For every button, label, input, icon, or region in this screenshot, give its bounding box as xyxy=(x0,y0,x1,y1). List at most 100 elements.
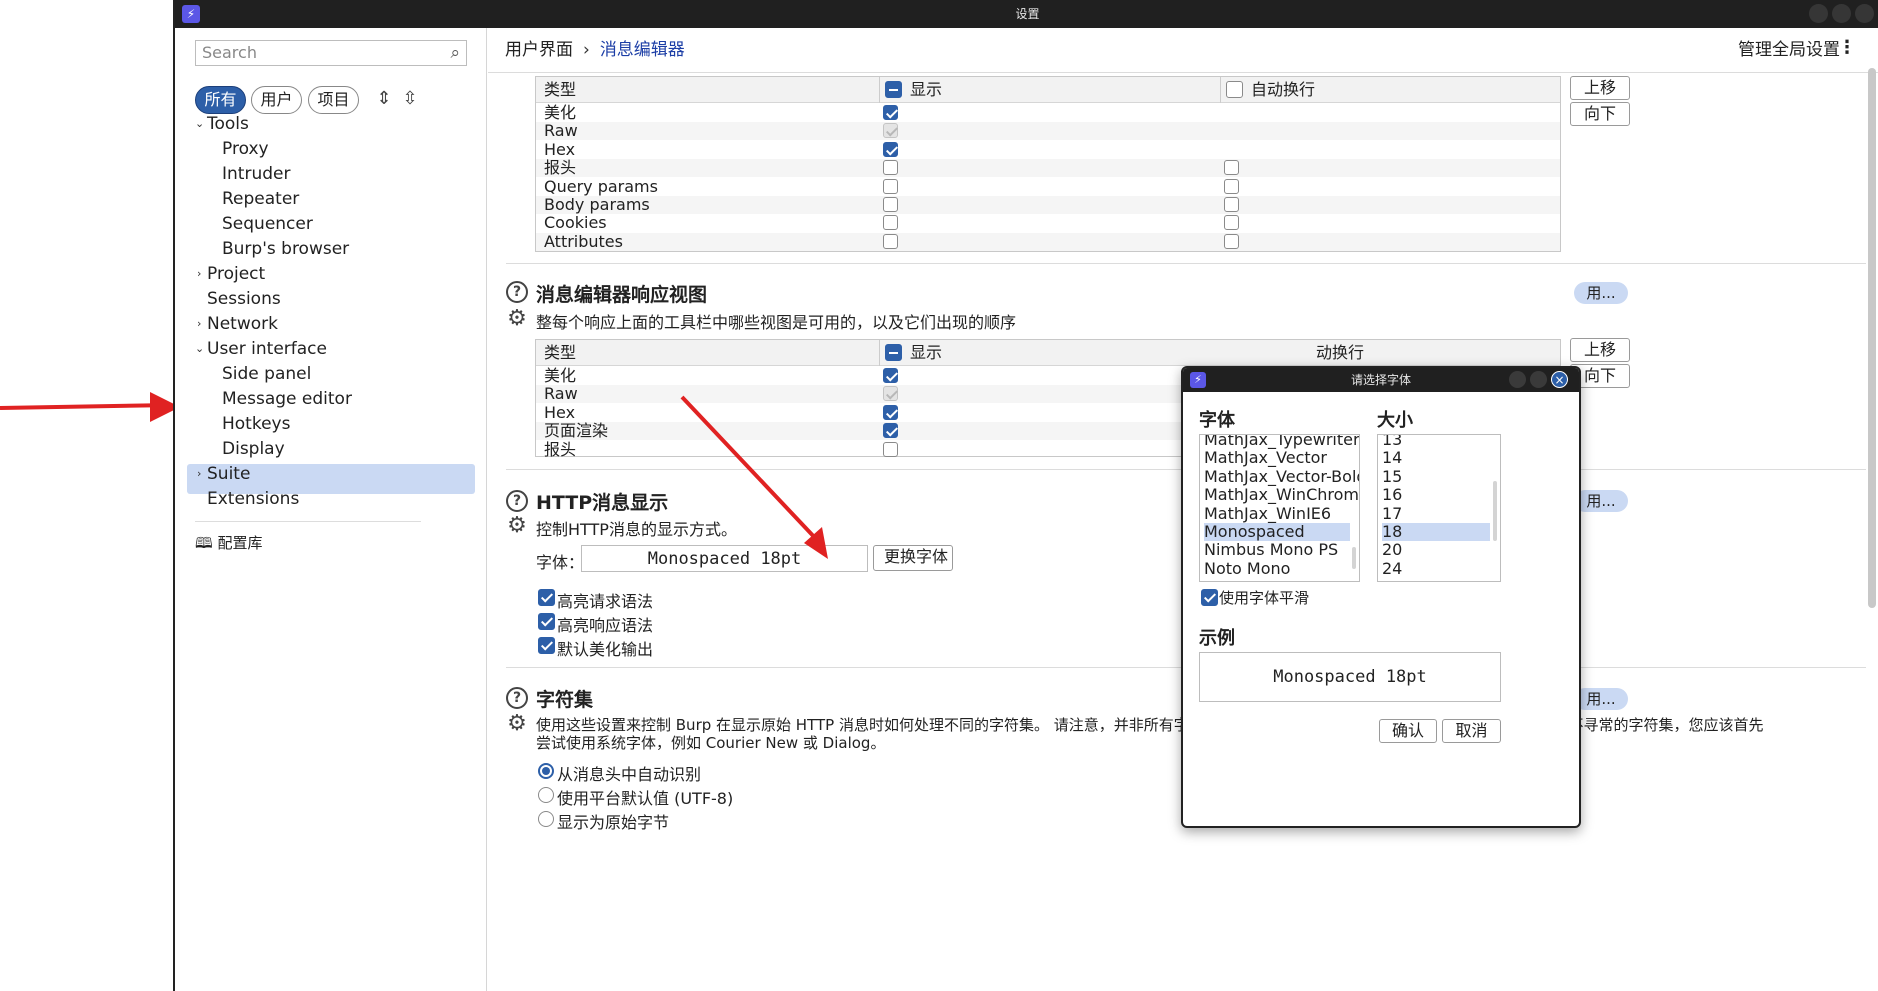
wrap-checkbox[interactable] xyxy=(1224,233,1239,249)
show-checkbox[interactable] xyxy=(883,197,898,212)
more-options-icon[interactable]: ⋮ xyxy=(1838,37,1856,58)
tree-item-tools[interactable]: Tools xyxy=(207,110,249,138)
tree-item-side-panel[interactable]: Side panel xyxy=(222,360,311,388)
filter-user-button[interactable]: 用户 xyxy=(251,86,302,114)
size-list-item[interactable]: 20 xyxy=(1382,541,1490,559)
maximize-button[interactable] xyxy=(1832,4,1851,23)
column-type[interactable]: 类型 xyxy=(544,77,576,103)
chevron-right-icon[interactable]: › xyxy=(197,310,201,338)
show-all-checkbox[interactable] xyxy=(885,81,902,98)
font-list-item[interactable]: MathJax_Typewriter xyxy=(1204,435,1359,449)
column-show[interactable]: 显示 xyxy=(910,340,942,366)
collapse-all-icon[interactable]: ⇳ xyxy=(399,88,421,110)
tree-item-message-editor[interactable]: Message editor xyxy=(222,385,352,413)
font-list-scrollbar[interactable] xyxy=(1352,547,1356,569)
show-all-checkbox[interactable] xyxy=(885,344,902,361)
column-show[interactable]: 显示 xyxy=(910,77,942,103)
help-icon[interactable]: ? xyxy=(506,490,528,512)
search-input[interactable]: Search ⌕ xyxy=(195,40,467,66)
tree-item-hotkeys[interactable]: Hotkeys xyxy=(222,410,290,438)
show-checkbox[interactable] xyxy=(883,386,898,402)
chevron-down-icon[interactable]: ⌄ xyxy=(195,110,204,138)
global-settings-link[interactable]: 管理全局设置 xyxy=(1738,38,1840,62)
breadcrumb-parent[interactable]: 用户界面 xyxy=(505,40,573,60)
tree-item-sessions[interactable]: Sessions xyxy=(207,285,281,313)
move-up-button[interactable]: 上移 xyxy=(1570,338,1630,362)
tree-item-project[interactable]: Project xyxy=(207,260,265,288)
http-display-use-button[interactable]: 用... xyxy=(1574,490,1628,512)
charset-auto-radio[interactable] xyxy=(538,763,554,779)
table-row[interactable]: Hex xyxy=(536,140,1560,159)
minimize-button[interactable] xyxy=(1809,4,1828,23)
wrap-checkbox[interactable] xyxy=(1224,178,1239,194)
show-checkbox[interactable] xyxy=(883,215,898,231)
tree-item-suite[interactable]: Suite xyxy=(207,460,250,488)
charset-platform-radio[interactable] xyxy=(538,787,554,803)
size-list-item[interactable]: 18 xyxy=(1382,523,1490,541)
tree-item-extensions[interactable]: Extensions xyxy=(207,485,299,513)
search-icon[interactable]: ⌕ xyxy=(450,41,460,65)
wrap-all-checkbox[interactable] xyxy=(1226,81,1243,98)
response-view-use-button[interactable]: 用... xyxy=(1574,282,1628,304)
font-list-item[interactable]: MathJax_WinChrome xyxy=(1204,486,1359,504)
size-list[interactable]: 13 14 15 16 17 18 20 24 xyxy=(1377,434,1501,582)
size-list-item[interactable]: 14 xyxy=(1382,449,1490,467)
wrap-checkbox[interactable] xyxy=(1224,197,1239,212)
show-checkbox[interactable] xyxy=(883,368,898,383)
tree-item-network[interactable]: Network xyxy=(207,310,278,338)
tree-item-user-interface[interactable]: User interface xyxy=(207,335,327,363)
tree-item-sequencer[interactable]: Sequencer xyxy=(222,210,313,238)
show-checkbox[interactable] xyxy=(883,160,898,176)
cancel-button[interactable]: 取消 xyxy=(1442,719,1501,743)
filter-project-button[interactable]: 项目 xyxy=(308,86,359,114)
column-wrap[interactable]: 动换行 xyxy=(1316,340,1364,366)
show-checkbox[interactable] xyxy=(883,178,898,194)
tree-item-proxy[interactable]: Proxy xyxy=(222,135,269,163)
charset-use-button[interactable]: 用... xyxy=(1574,688,1628,710)
size-list-item[interactable]: 17 xyxy=(1382,504,1490,523)
column-type[interactable]: 类型 xyxy=(544,340,576,366)
pretty-print-checkbox[interactable] xyxy=(538,637,555,654)
font-list-item[interactable]: Monospaced xyxy=(1204,523,1350,541)
help-icon[interactable]: ? xyxy=(506,281,528,303)
dialog-minimize-button[interactable] xyxy=(1509,371,1526,388)
wrap-checkbox[interactable] xyxy=(1224,160,1239,176)
tree-item-display[interactable]: Display xyxy=(222,435,285,463)
move-up-button[interactable]: 上移 xyxy=(1570,76,1630,100)
table-row[interactable]: Query params xyxy=(536,177,1560,196)
size-list-item[interactable]: 15 xyxy=(1382,467,1490,486)
config-library-link[interactable]: 🕮 配置库 xyxy=(195,529,262,557)
tree-item-intruder[interactable]: Intruder xyxy=(222,160,290,188)
size-list-item[interactable]: 16 xyxy=(1382,486,1490,504)
dialog-maximize-button[interactable] xyxy=(1530,371,1547,388)
show-checkbox[interactable] xyxy=(883,233,898,249)
ok-button[interactable]: 确认 xyxy=(1379,719,1437,743)
font-list-item[interactable]: Nimbus Mono PS xyxy=(1204,541,1350,559)
chevron-right-icon[interactable]: › xyxy=(197,260,201,288)
font-list-item[interactable]: MathJax_WinIE6 xyxy=(1204,504,1350,523)
show-checkbox[interactable] xyxy=(883,404,898,420)
show-checkbox[interactable] xyxy=(883,423,898,439)
column-wrap[interactable]: 自动换行 xyxy=(1251,77,1315,103)
dialog-close-button[interactable]: × xyxy=(1551,371,1568,388)
content-scrollbar[interactable] xyxy=(1868,68,1876,608)
show-checkbox[interactable] xyxy=(883,441,898,457)
font-list[interactable]: MathJax_Typewriter MathJax_Vector MathJax_… xyxy=(1199,434,1360,582)
size-list-scrollbar[interactable] xyxy=(1493,481,1497,541)
chevron-right-icon[interactable]: › xyxy=(197,460,201,488)
show-checkbox[interactable] xyxy=(883,141,898,157)
move-down-button[interactable]: 向下 xyxy=(1570,102,1630,126)
table-row[interactable]: Raw xyxy=(536,122,1560,141)
help-icon[interactable]: ? xyxy=(506,687,528,709)
highlight-request-checkbox[interactable] xyxy=(538,589,555,606)
table-row[interactable]: Cookies xyxy=(536,214,1560,232)
size-list-item[interactable]: 13 xyxy=(1382,435,1490,449)
table-row[interactable]: Body params xyxy=(536,196,1560,214)
font-list-item[interactable]: Noto Mono xyxy=(1204,559,1350,578)
antialias-checkbox[interactable] xyxy=(1201,589,1218,606)
gear-icon[interactable]: ⚙ xyxy=(505,307,529,331)
font-list-item[interactable]: MathJax_Vector-Bold xyxy=(1204,467,1359,486)
gear-icon[interactable]: ⚙ xyxy=(505,712,529,736)
table-row[interactable]: 美化 xyxy=(536,104,1560,122)
change-font-button[interactable]: 更换字体 xyxy=(873,545,953,571)
